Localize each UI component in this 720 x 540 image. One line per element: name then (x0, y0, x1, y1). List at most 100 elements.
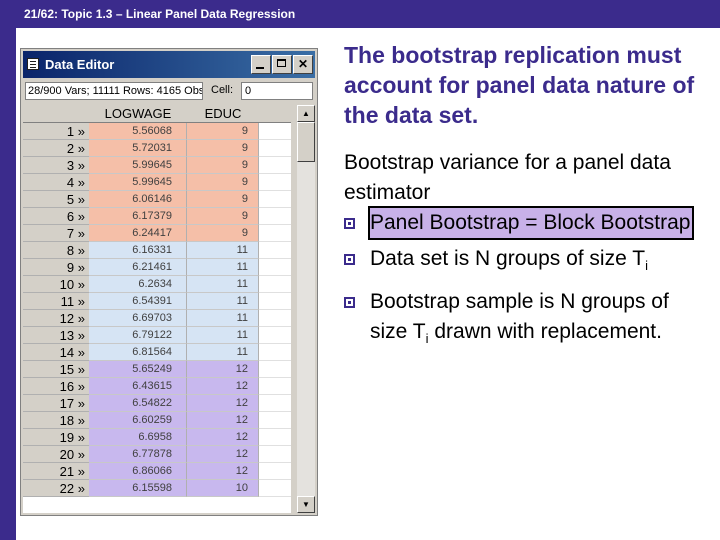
table-row[interactable]: 2 » 5.72031 9 (23, 140, 291, 157)
cell-educ[interactable]: 9 (187, 225, 259, 242)
cell-educ[interactable]: 12 (187, 395, 259, 412)
table-row[interactable]: 21 » 6.86066 12 (23, 463, 291, 480)
cell-logwage[interactable]: 6.81564 (89, 344, 187, 361)
cell-logwage[interactable]: 6.60259 (89, 412, 187, 429)
cell-empty[interactable] (259, 361, 291, 378)
cell-logwage[interactable]: 6.2634 (89, 276, 187, 293)
row-header[interactable]: 14 » (23, 344, 89, 361)
row-header[interactable]: 7 » (23, 225, 89, 242)
cell-empty[interactable] (259, 259, 291, 276)
cell-empty[interactable] (259, 310, 291, 327)
cell-educ[interactable]: 11 (187, 327, 259, 344)
cell-empty[interactable] (259, 276, 291, 293)
table-row[interactable]: 18 » 6.60259 12 (23, 412, 291, 429)
cell-logwage[interactable]: 5.99645 (89, 157, 187, 174)
table-row[interactable]: 3 » 5.99645 9 (23, 157, 291, 174)
row-header[interactable]: 16 » (23, 378, 89, 395)
cell-empty[interactable] (259, 344, 291, 361)
cell-empty[interactable] (259, 157, 291, 174)
cell-educ[interactable]: 9 (187, 191, 259, 208)
cell-logwage[interactable]: 5.72031 (89, 140, 187, 157)
cell-logwage[interactable]: 6.17379 (89, 208, 187, 225)
cell-logwage[interactable]: 6.77878 (89, 446, 187, 463)
row-header[interactable]: 5 » (23, 191, 89, 208)
row-header[interactable]: 18 » (23, 412, 89, 429)
cell-educ[interactable]: 12 (187, 446, 259, 463)
cell-empty[interactable] (259, 123, 291, 140)
table-row[interactable]: 13 » 6.79122 11 (23, 327, 291, 344)
table-row[interactable]: 16 » 6.43615 12 (23, 378, 291, 395)
cell-educ[interactable]: 9 (187, 174, 259, 191)
table-row[interactable]: 9 » 6.21461 11 (23, 259, 291, 276)
minimize-button[interactable] (251, 55, 271, 74)
cell-educ[interactable]: 11 (187, 276, 259, 293)
row-header[interactable]: 12 » (23, 310, 89, 327)
scroll-down-button[interactable]: ▼ (297, 496, 315, 513)
table-row[interactable]: 5 » 6.06146 9 (23, 191, 291, 208)
table-row[interactable]: 17 » 6.54822 12 (23, 395, 291, 412)
cell-logwage[interactable]: 6.86066 (89, 463, 187, 480)
table-row[interactable]: 4 » 5.99645 9 (23, 174, 291, 191)
row-header[interactable]: 20 » (23, 446, 89, 463)
cell-educ[interactable]: 12 (187, 378, 259, 395)
cell-educ[interactable]: 11 (187, 293, 259, 310)
table-row[interactable]: 14 » 6.81564 11 (23, 344, 291, 361)
table-row[interactable]: 12 » 6.69703 11 (23, 310, 291, 327)
grid-corner[interactable] (23, 105, 89, 122)
cell-empty[interactable] (259, 463, 291, 480)
cell-logwage[interactable]: 6.69703 (89, 310, 187, 327)
maximize-button[interactable] (272, 55, 292, 74)
row-header[interactable]: 10 » (23, 276, 89, 293)
close-button[interactable]: ✕ (293, 55, 313, 74)
row-header[interactable]: 3 » (23, 157, 89, 174)
column-header-educ[interactable]: EDUC (187, 105, 259, 122)
cell-logwage[interactable]: 6.43615 (89, 378, 187, 395)
cell-logwage[interactable]: 6.54391 (89, 293, 187, 310)
cell-educ[interactable]: 9 (187, 140, 259, 157)
cell-logwage[interactable]: 6.06146 (89, 191, 187, 208)
column-header-logwage[interactable]: LOGWAGE (89, 105, 187, 122)
cell-educ[interactable]: 9 (187, 208, 259, 225)
row-header[interactable]: 19 » (23, 429, 89, 446)
table-row[interactable]: 11 » 6.54391 11 (23, 293, 291, 310)
row-header[interactable]: 2 » (23, 140, 89, 157)
cell-educ[interactable]: 12 (187, 361, 259, 378)
cell-educ[interactable]: 11 (187, 242, 259, 259)
row-header[interactable]: 6 » (23, 208, 89, 225)
window-titlebar[interactable]: Data Editor ✕ (23, 51, 315, 78)
cell-empty[interactable] (259, 191, 291, 208)
vertical-scrollbar[interactable]: ▲ ▼ (297, 105, 315, 513)
cell-logwage[interactable]: 5.56068 (89, 123, 187, 140)
cell-educ[interactable]: 11 (187, 344, 259, 361)
row-header[interactable]: 22 » (23, 480, 89, 497)
cell-educ[interactable]: 10 (187, 480, 259, 497)
cell-empty[interactable] (259, 242, 291, 259)
row-header[interactable]: 21 » (23, 463, 89, 480)
table-row[interactable]: 19 » 6.6958 12 (23, 429, 291, 446)
table-row[interactable]: 10 » 6.2634 11 (23, 276, 291, 293)
row-header[interactable]: 17 » (23, 395, 89, 412)
row-header[interactable]: 13 » (23, 327, 89, 344)
row-header[interactable]: 4 » (23, 174, 89, 191)
cell-educ[interactable]: 9 (187, 157, 259, 174)
cell-logwage[interactable]: 6.24417 (89, 225, 187, 242)
cell-empty[interactable] (259, 395, 291, 412)
cell-educ[interactable]: 9 (187, 123, 259, 140)
cell-empty[interactable] (259, 293, 291, 310)
row-header[interactable]: 11 » (23, 293, 89, 310)
cell-logwage[interactable]: 6.6958 (89, 429, 187, 446)
cell-empty[interactable] (259, 446, 291, 463)
table-row[interactable]: 7 » 6.24417 9 (23, 225, 291, 242)
cell-logwage[interactable]: 6.15598 (89, 480, 187, 497)
cell-input[interactable]: 0 (241, 82, 313, 100)
row-header[interactable]: 9 » (23, 259, 89, 276)
cell-empty[interactable] (259, 327, 291, 344)
row-header[interactable]: 8 » (23, 242, 89, 259)
cell-empty[interactable] (259, 480, 291, 497)
cell-logwage[interactable]: 6.16331 (89, 242, 187, 259)
table-row[interactable]: 8 » 6.16331 11 (23, 242, 291, 259)
row-header[interactable]: 1 » (23, 123, 89, 140)
table-row[interactable]: 22 » 6.15598 10 (23, 480, 291, 497)
table-row[interactable]: 20 » 6.77878 12 (23, 446, 291, 463)
cell-logwage[interactable]: 5.65249 (89, 361, 187, 378)
